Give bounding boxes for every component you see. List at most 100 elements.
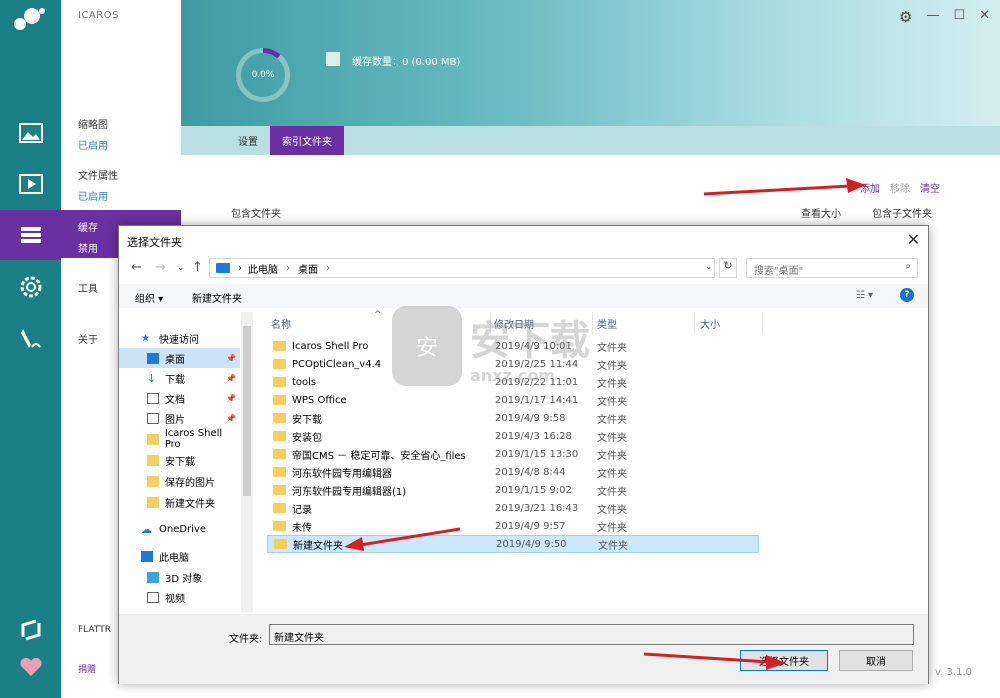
file-type: 文件夹 (597, 414, 627, 426)
nav-quick-access[interactable]: ★ 快速访问 (119, 328, 240, 348)
file-row[interactable]: 记录 2019/3/21 16:43 文件夹 (267, 499, 759, 517)
up-arrow-icon[interactable]: ↑ (192, 260, 203, 275)
forward-arrow-icon[interactable]: → (155, 260, 166, 275)
nav-label: 下载 (165, 374, 185, 386)
heart-icon[interactable] (0, 642, 61, 692)
nav-pictures-2[interactable]: 图片 (119, 607, 240, 612)
cache-count-icon (326, 52, 340, 66)
file-row[interactable]: 帝国CMS － 稳定可靠、安全省心_files 2019/1/15 13:30 文件… (267, 445, 759, 463)
filename-label: 文件夹: (229, 634, 263, 645)
nav-folder[interactable]: 保存的图片 (119, 471, 240, 491)
nav-3d-objects[interactable]: 3D 对象 (119, 567, 240, 587)
file-name: 安下载 (292, 414, 322, 426)
progress-arc (262, 48, 281, 59)
settings-gear-icon[interactable]: ⚙ (899, 8, 912, 26)
breadcrumb-current[interactable]: 桌面 (298, 261, 318, 276)
file-type: 文件夹 (597, 486, 627, 498)
file-row[interactable]: 安下载 2019/4/9 9:58 文件夹 (267, 409, 759, 427)
nav-documents[interactable]: 文档 📌 (119, 388, 240, 408)
donate-label[interactable]: 捐赠 (78, 662, 96, 675)
clear-link[interactable]: 清空 (920, 180, 940, 195)
folder-icon (273, 395, 286, 405)
setting-thumbnails[interactable]: 缩略图 已启用 (78, 116, 108, 152)
recent-chevron-icon[interactable]: ⌄ (177, 263, 185, 273)
nav-folder[interactable]: 安下载 (119, 450, 240, 470)
scrollbar-thumb[interactable] (243, 326, 251, 496)
icon-rail (0, 0, 61, 698)
nav-folder[interactable]: Icaros Shell Pro (119, 428, 240, 450)
nav-label: Icaros Shell Pro (164, 428, 223, 450)
close-icon[interactable]: ✕ (907, 230, 920, 249)
cancel-button[interactable]: 取消 (839, 650, 913, 671)
address-bar[interactable]: › 此电脑 › 桌面 › (209, 258, 715, 278)
file-row[interactable]: 河东软件园专用编辑器 2019/4/8 8:44 文件夹 (267, 463, 759, 481)
video-icon[interactable] (0, 159, 61, 209)
file-row[interactable]: 河东软件园专用编辑器(1) 2019/1/15 9:02 文件夹 (267, 481, 759, 499)
tab-settings[interactable]: 设置 (226, 126, 270, 155)
maximize-icon[interactable]: ☐ (953, 8, 965, 26)
flattr-label[interactable]: FLATTR (78, 625, 111, 635)
file-modified: 2019/1/17 14:41 (495, 394, 579, 406)
setting-file-properties[interactable]: 文件属性 已启用 (78, 167, 118, 203)
cloud-icon: ☁ (141, 522, 152, 536)
computer-icon (141, 550, 153, 562)
nav-onedrive[interactable]: ☁ OneDrive (119, 519, 240, 539)
help-icon[interactable]: ? (900, 288, 914, 302)
select-folder-button[interactable]: 选择文件夹 (740, 650, 828, 671)
file-modified: 2019/4/9 9:58 (495, 412, 566, 424)
nav-pictures[interactable]: 图片 📌 (119, 408, 240, 428)
nav-label: 视频 (165, 593, 185, 605)
filename-input[interactable]: 新建文件夹 (269, 624, 914, 645)
download-icon: ↓ (147, 371, 157, 385)
setting-tools[interactable]: 工具 (78, 280, 98, 295)
select-folder-dialog: 选择文件夹 ✕ ← → ⌄ ↑ › 此电脑 › 桌面 › ⌄ ↻ 搜索"桌面" … (118, 225, 929, 684)
file-row[interactable]: 未传 2019/4/9 9:57 文件夹 (267, 517, 759, 535)
breadcrumb-root[interactable]: 此电脑 (248, 261, 278, 276)
nav-folder[interactable]: 新建文件夹 (119, 492, 240, 512)
remove-link[interactable]: 移除 (890, 180, 910, 195)
cache-icon[interactable] (0, 210, 61, 260)
file-row[interactable]: WPS Office 2019/1/17 14:41 文件夹 (267, 391, 759, 409)
column-size[interactable]: 大小 (700, 316, 720, 331)
folder-icon (273, 503, 286, 513)
pen-icon[interactable] (0, 313, 61, 363)
nav-downloads[interactable]: ↓ 下载 📌 (119, 368, 240, 388)
column-type[interactable]: 类型 (597, 316, 617, 331)
thumbnails-icon[interactable] (0, 108, 61, 158)
file-type: 文件夹 (597, 360, 627, 372)
setting-status: 已启用 (78, 192, 108, 203)
close-icon[interactable]: ✕ (979, 8, 990, 26)
add-link[interactable]: 添加 (860, 180, 880, 195)
back-arrow-icon[interactable]: ← (131, 260, 142, 275)
nav-this-pc[interactable]: 此电脑 (119, 546, 240, 566)
nav-videos[interactable]: 视频 (119, 587, 240, 607)
nav-scrollbar[interactable] (241, 312, 253, 612)
file-row-selected[interactable]: 新建文件夹 2019/4/9 9:50 文件夹 (267, 535, 759, 553)
file-row[interactable]: 安装包 2019/4/3 16:28 文件夹 (267, 427, 759, 445)
minimize-icon[interactable]: — (926, 8, 939, 26)
address-dropdown-icon[interactable]: ⌄ (705, 262, 713, 272)
gear-icon[interactable] (0, 262, 61, 312)
refresh-icon[interactable]: ↻ (719, 258, 737, 278)
file-name: 河东软件园专用编辑器 (292, 468, 392, 480)
organize-button[interactable]: 组织 ▾ (135, 290, 163, 305)
nav-label: 此电脑 (159, 552, 189, 564)
column-divider (592, 312, 593, 334)
tab-index-folders[interactable]: 索引文件夹 (270, 126, 344, 155)
file-type: 文件夹 (597, 450, 627, 462)
pin-icon: 📌 (226, 413, 236, 423)
search-input[interactable]: 搜索"桌面" ⌕ (746, 258, 918, 278)
file-name: 未传 (292, 522, 312, 534)
computer-icon (216, 263, 230, 273)
view-options-icon[interactable]: ☷ ▾ (856, 290, 873, 301)
navigation-row: ← → ⌄ ↑ › 此电脑 › 桌面 › ⌄ ↻ 搜索"桌面" ⌕ (119, 256, 928, 282)
file-name: WPS Office (292, 394, 347, 406)
column-divider (694, 312, 695, 334)
setting-about[interactable]: 关于 (78, 331, 98, 346)
new-folder-button[interactable]: 新建文件夹 (192, 290, 242, 305)
file-name: 记录 (292, 504, 312, 516)
nav-desktop[interactable]: 桌面 📌 (119, 348, 240, 368)
column-divider (762, 312, 763, 334)
column-name[interactable]: 名称 (271, 316, 291, 331)
setting-label: 关于 (78, 335, 98, 346)
